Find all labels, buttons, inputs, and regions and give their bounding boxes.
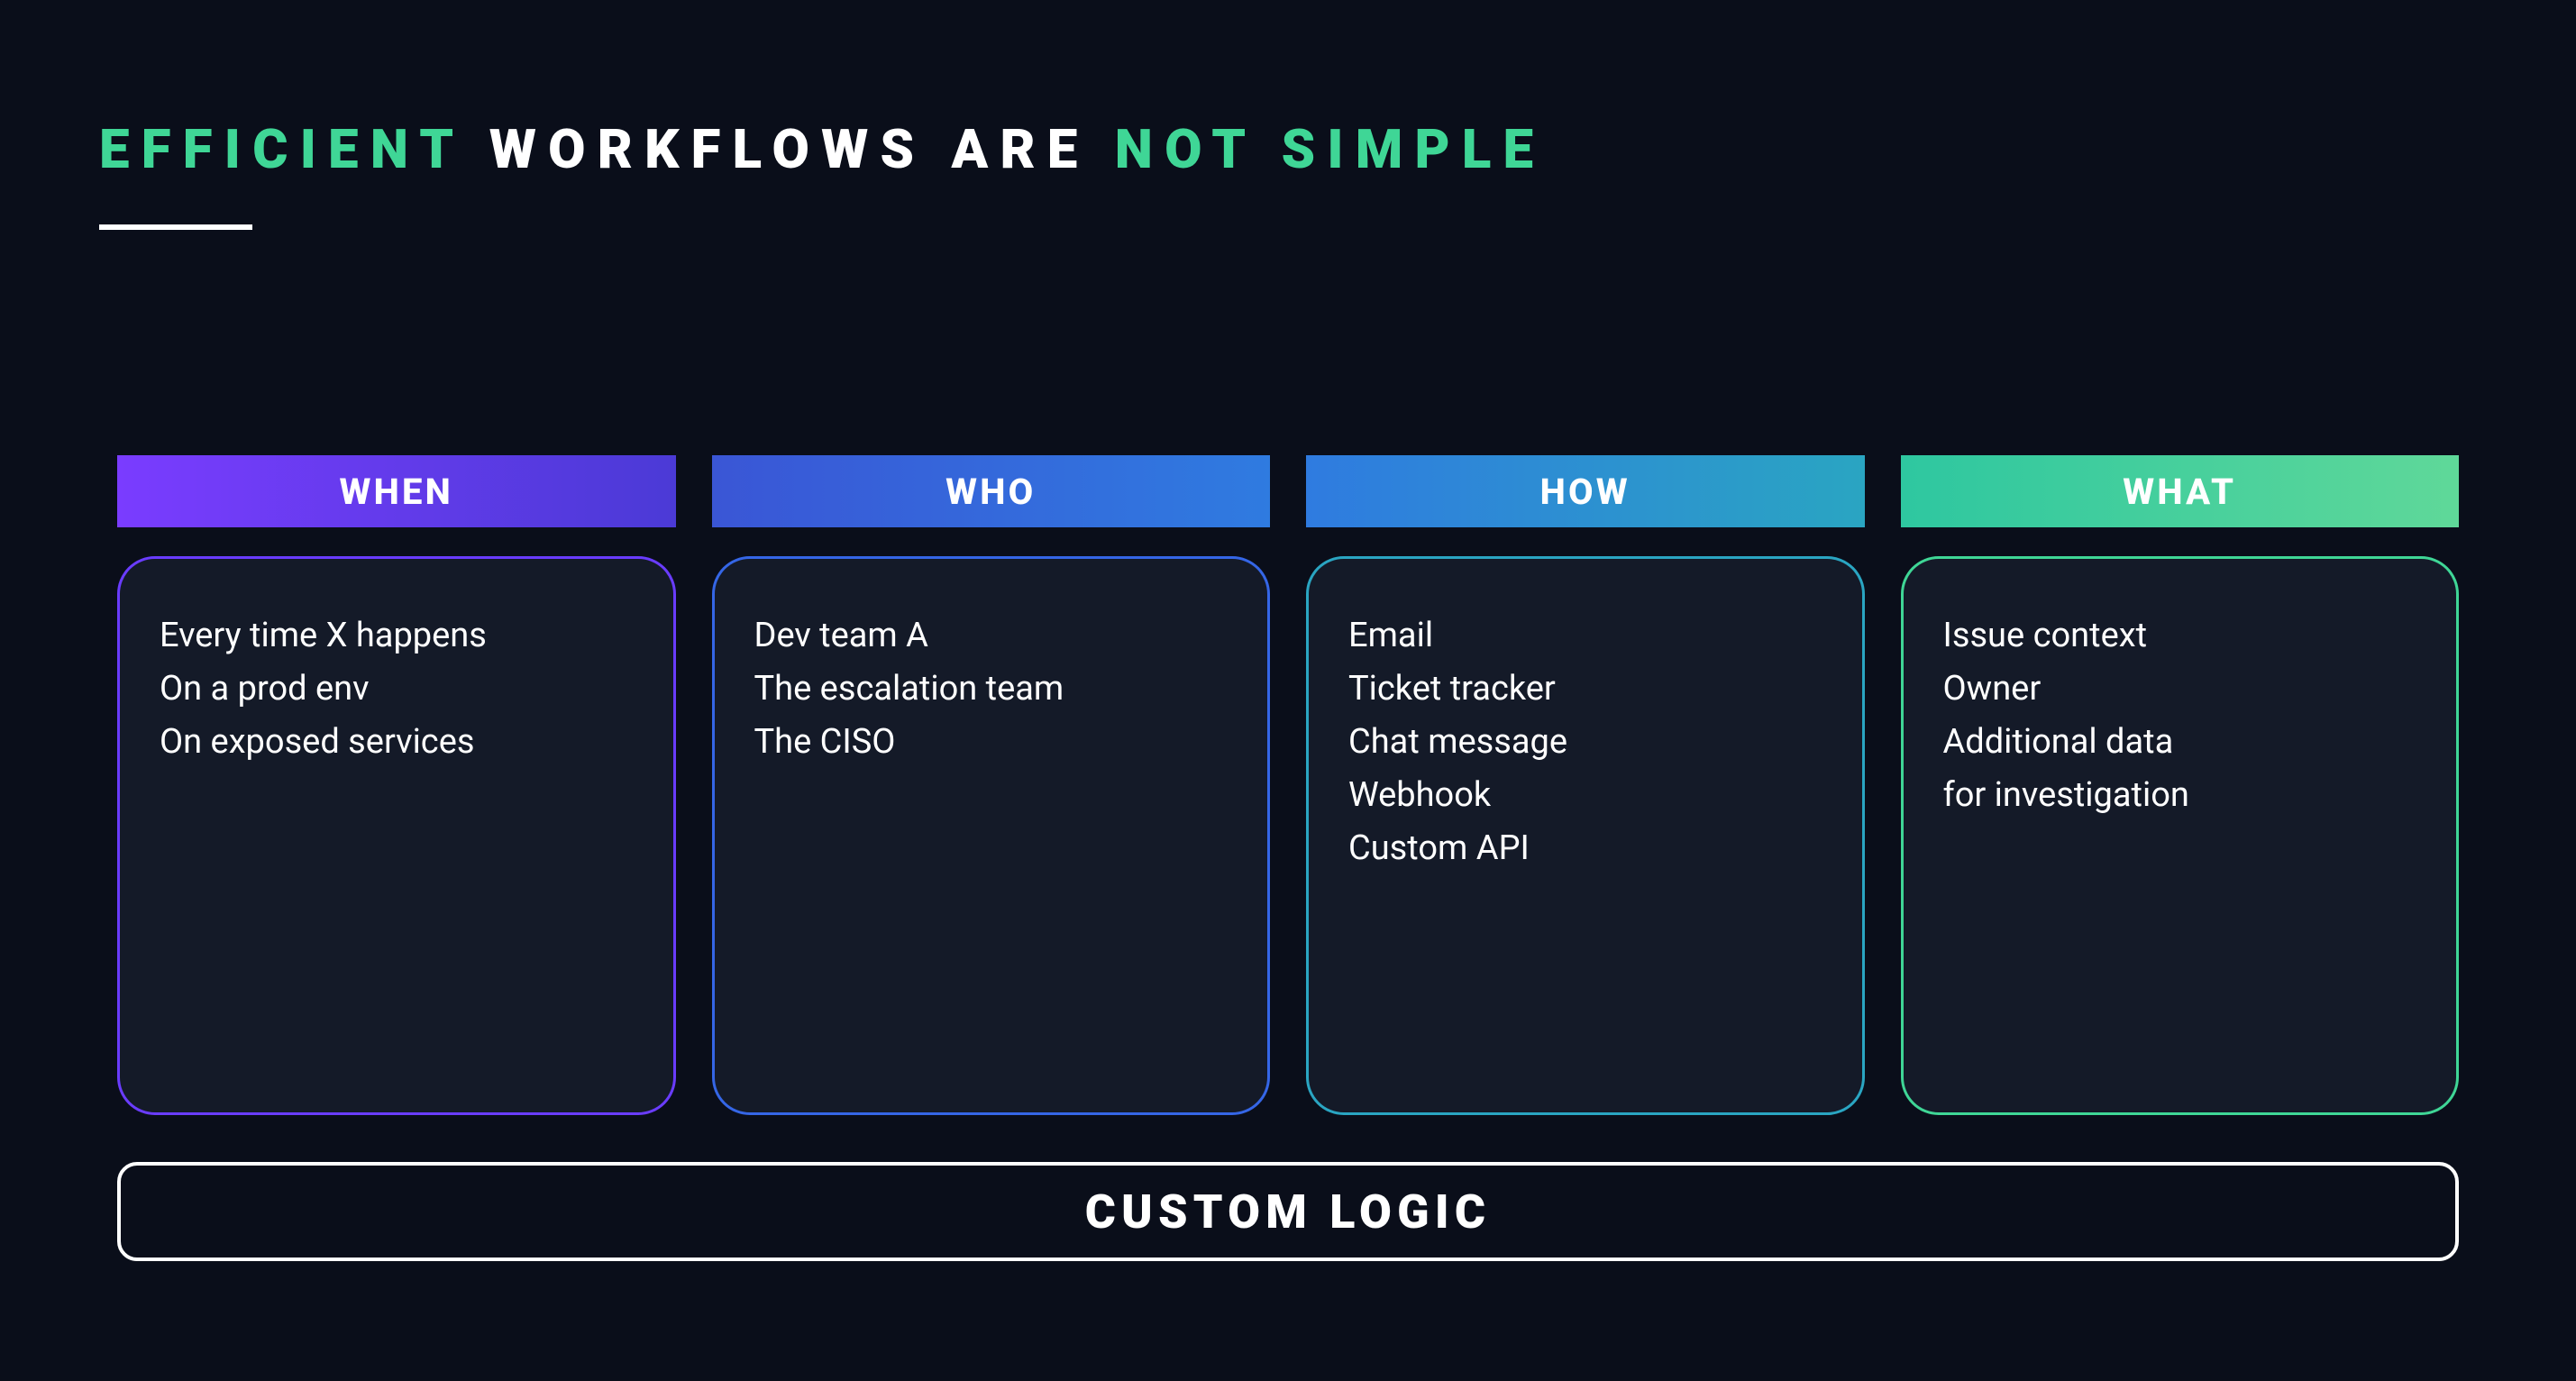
how-item: Custom API: [1348, 822, 1822, 875]
when-item: On a prod env: [160, 663, 634, 716]
column-header-what: WHAT: [1901, 455, 2460, 527]
card-what: Issue context Owner Additional data for …: [1901, 556, 2460, 1115]
title-word-simple: SIMPLE: [1282, 117, 1546, 181]
who-item: The escalation team: [754, 663, 1229, 716]
what-item: Issue context: [1943, 609, 2417, 663]
when-item: Every time X happens: [160, 609, 634, 663]
how-item: Webhook: [1348, 769, 1822, 822]
column-header-how: HOW: [1306, 455, 1865, 527]
how-item: Chat message: [1348, 716, 1822, 769]
columns-row: WHEN Every time X happens On a prod env …: [99, 455, 2477, 1115]
when-item: On exposed services: [160, 716, 634, 769]
how-item: Email: [1348, 609, 1822, 663]
title-word-are: ARE: [951, 117, 1089, 181]
column-what: WHAT Issue context Owner Additional data…: [1901, 455, 2460, 1115]
card-how: Email Ticket tracker Chat message Webhoo…: [1306, 556, 1865, 1115]
title-underline: [99, 224, 252, 230]
what-item: Owner: [1943, 663, 2417, 716]
slide: EFFICIENT WORKFLOWS ARE NOT SIMPLE WHEN …: [0, 0, 2576, 1381]
what-item: Additional data: [1943, 716, 2417, 769]
footer-custom-logic: CUSTOM LOGIC: [117, 1162, 2459, 1261]
title-word-workflows: WORKFLOWS: [489, 117, 926, 181]
column-header-when: WHEN: [117, 455, 676, 527]
column-header-who: WHO: [712, 455, 1271, 527]
card-who: Dev team A The escalation team The CISO: [712, 556, 1271, 1115]
who-item: The CISO: [754, 716, 1229, 769]
column-who: WHO Dev team A The escalation team The C…: [712, 455, 1271, 1115]
slide-title: EFFICIENT WORKFLOWS ARE NOT SIMPLE: [99, 117, 2477, 181]
column-how: HOW Email Ticket tracker Chat message We…: [1306, 455, 1865, 1115]
how-item: Ticket tracker: [1348, 663, 1822, 716]
title-word-not: NOT: [1115, 117, 1256, 181]
who-item: Dev team A: [754, 609, 1229, 663]
what-item: for investigation: [1943, 769, 2417, 822]
card-when: Every time X happens On a prod env On ex…: [117, 556, 676, 1115]
title-word-efficient: EFFICIENT: [99, 117, 464, 181]
column-when: WHEN Every time X happens On a prod env …: [117, 455, 676, 1115]
